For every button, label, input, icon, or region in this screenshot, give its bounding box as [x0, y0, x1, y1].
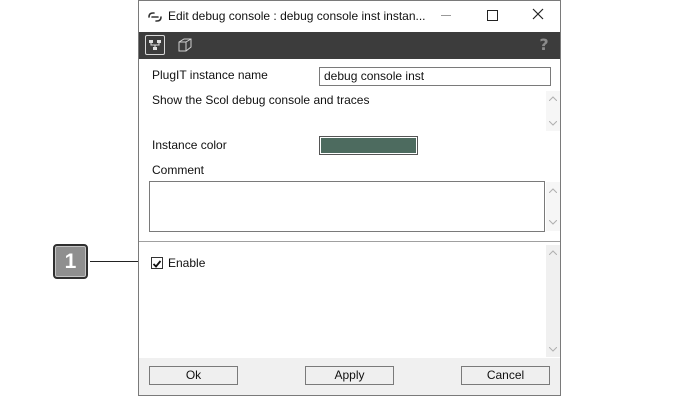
scroll-up-icon[interactable]: [549, 250, 557, 255]
title-bar[interactable]: Edit debug console : debug console inst …: [139, 1, 560, 32]
scroll-down-icon[interactable]: [549, 220, 557, 225]
scroll-down-icon[interactable]: [549, 121, 557, 126]
edit-dialog: Edit debug console : debug console inst …: [138, 0, 561, 396]
help-icon[interactable]: ?: [537, 37, 551, 53]
color-fill: [321, 138, 416, 153]
check-icon: [152, 260, 162, 268]
instance-name-input[interactable]: debug console inst: [319, 67, 551, 86]
cube-icon[interactable]: [177, 37, 193, 53]
comment-scrollbar[interactable]: [546, 182, 560, 231]
options-scrollbar[interactable]: [546, 245, 560, 357]
comment-label: Comment: [152, 163, 205, 177]
minimize-icon[interactable]: [441, 15, 451, 16]
description-text: Show the Scol debug console and traces: [152, 93, 370, 107]
instance-name-label: PlugIT instance name: [152, 68, 268, 82]
scroll-down-icon[interactable]: [549, 347, 557, 352]
ok-button[interactable]: Ok: [149, 366, 238, 385]
description-scrollbar[interactable]: [546, 91, 560, 131]
cancel-button[interactable]: Cancel: [461, 366, 550, 385]
toolbar: ?: [139, 32, 560, 59]
link-icon: [148, 11, 162, 22]
enable-checkbox[interactable]: [151, 257, 163, 269]
callout-badge: 1: [53, 244, 88, 279]
instance-color-label: Instance color: [152, 138, 227, 152]
apply-button[interactable]: Apply: [305, 366, 394, 385]
instance-color-swatch[interactable]: [319, 136, 418, 155]
enable-label[interactable]: Enable: [168, 256, 205, 270]
window-title: Edit debug console : debug console inst …: [168, 9, 426, 23]
hierarchy-icon[interactable]: [145, 35, 165, 55]
comment-textarea[interactable]: [149, 181, 545, 232]
maximize-icon[interactable]: [487, 10, 498, 21]
options-panel: Enable: [139, 241, 560, 358]
close-icon[interactable]: [532, 8, 544, 20]
scroll-up-icon[interactable]: [549, 188, 557, 193]
properties-panel: PlugIT instance name debug console inst …: [139, 59, 560, 241]
scroll-up-icon[interactable]: [549, 96, 557, 101]
